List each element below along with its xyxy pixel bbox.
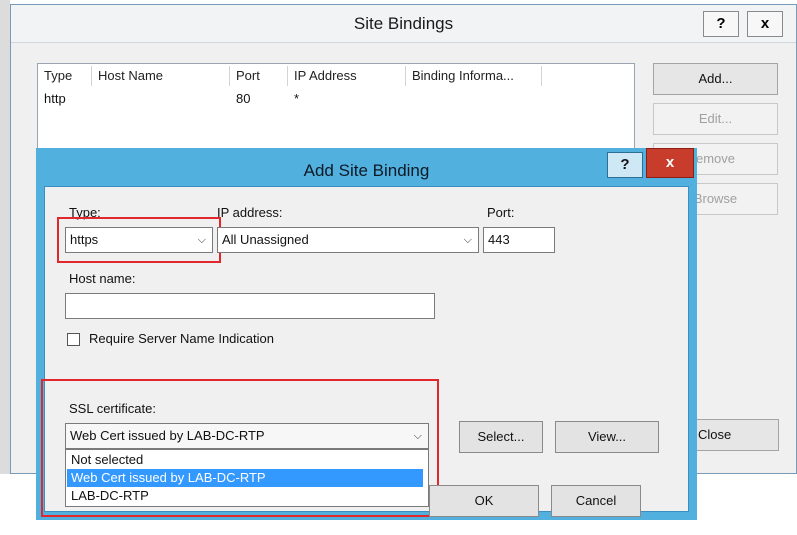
column-header-ip-address[interactable]: IP Address: [288, 66, 406, 86]
type-highlight-box: [57, 217, 221, 263]
dialog-help-button[interactable]: ?: [607, 152, 643, 178]
table-cell-ip[interactable]: *: [294, 90, 299, 108]
port-input[interactable]: 443: [483, 227, 555, 253]
background-window-edge: [0, 0, 10, 474]
close-button[interactable]: Close: [687, 419, 779, 451]
checkbox-icon[interactable]: [67, 333, 80, 346]
site-bindings-title: Site Bindings: [353, 14, 454, 33]
close-window-button[interactable]: x: [747, 11, 783, 37]
cancel-button[interactable]: Cancel: [551, 485, 641, 517]
chevron-down-icon: ⌵: [463, 234, 472, 246]
ip-address-value: All Unassigned: [222, 232, 309, 247]
site-bindings-titlebar: Site Bindings ? x: [11, 5, 796, 43]
select-button[interactable]: Select...: [459, 421, 543, 453]
help-button[interactable]: ?: [703, 11, 739, 37]
ip-address-label: IP address:: [217, 205, 283, 220]
ip-address-select[interactable]: All Unassigned ⌵: [217, 227, 479, 253]
edit-button[interactable]: Edit...: [653, 103, 778, 135]
column-header-type[interactable]: Type: [38, 66, 92, 86]
column-header-host-name[interactable]: Host Name: [92, 66, 230, 86]
sni-label[interactable]: Require Server Name Indication: [89, 331, 274, 346]
view-button[interactable]: View...: [555, 421, 659, 453]
host-name-input[interactable]: [65, 293, 435, 319]
dialog-close-button[interactable]: x: [646, 148, 694, 178]
column-header-port[interactable]: Port: [230, 66, 288, 86]
ssl-highlight-box: [41, 379, 439, 517]
ok-button[interactable]: OK: [429, 485, 539, 517]
port-label: Port:: [487, 205, 515, 220]
column-header-binding-information[interactable]: Binding Informa...: [406, 66, 542, 86]
add-site-binding-dialog: Add Site Binding ? x Type: https ⌵ IP ad…: [36, 148, 697, 520]
table-cell-port[interactable]: 80: [236, 90, 250, 108]
host-name-label: Host name:: [69, 271, 136, 286]
add-button[interactable]: Add...: [653, 63, 778, 95]
dialog-body: Type: https ⌵ IP address: All Unassigned…: [41, 186, 689, 517]
table-cell-type[interactable]: http: [44, 90, 66, 108]
